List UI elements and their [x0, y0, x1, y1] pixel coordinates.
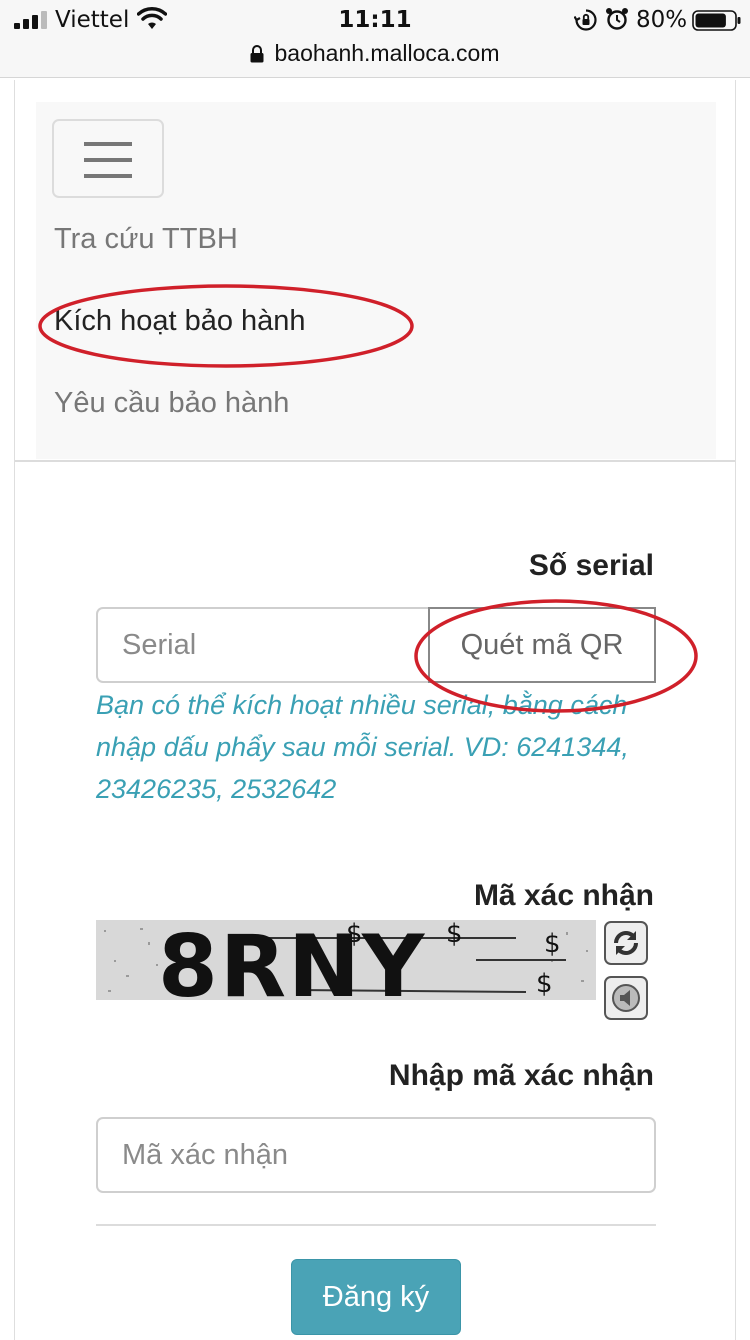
navbar: Tra cứu TTBH Kích hoạt bảo hành Yêu cầu … [36, 102, 716, 459]
address-bar[interactable]: baohanh.malloca.com [0, 40, 750, 78]
speaker-icon [612, 984, 640, 1012]
refresh-captcha-button[interactable] [604, 921, 648, 965]
hamburger-line [84, 174, 132, 178]
url-text: baohanh.malloca.com [274, 40, 500, 66]
captcha-label: Mã xác nhận [473, 879, 654, 912]
svg-text:$: $ [446, 920, 463, 949]
navbar-divider [15, 460, 735, 462]
refresh-icon [614, 931, 638, 955]
rotation-lock-icon [574, 9, 597, 31]
page-content: Tra cứu TTBH Kích hoạt bảo hành Yêu cầu … [14, 80, 736, 1340]
nav-link-lookup[interactable]: Tra cứu TTBH [54, 223, 238, 256]
hamburger-line [84, 142, 132, 146]
captcha-code-input[interactable] [96, 1117, 656, 1193]
svg-text:$: $ [536, 969, 553, 999]
battery-icon [692, 10, 741, 31]
captcha-text: 8RNY [158, 920, 426, 1000]
hamburger-line [84, 158, 132, 162]
battery-percent: 80% [636, 7, 688, 33]
serial-help-text: Bạn có thể kích hoạt nhiều serial, bằng … [96, 690, 629, 804]
status-bar: Viettel 11:11 80% [0, 0, 750, 40]
captcha-image: 8RNY $ $ $ $ [96, 920, 596, 1000]
padlock-icon [250, 45, 264, 63]
scan-qr-button[interactable]: Quét mã QR [428, 607, 656, 683]
serial-input-group: Quét mã QR [96, 607, 656, 683]
register-button[interactable]: Đăng ký [291, 1259, 461, 1335]
alarm-icon [606, 8, 628, 30]
menu-toggle-button[interactable] [52, 119, 164, 198]
svg-text:$: $ [544, 929, 561, 959]
svg-text:$: $ [346, 920, 363, 949]
form-divider [96, 1224, 656, 1226]
code-label: Nhập mã xác nhận [388, 1059, 654, 1092]
nav-link-activate-warranty[interactable]: Kích hoạt bảo hành [54, 305, 306, 338]
serial-input[interactable] [96, 607, 430, 683]
nav-link-warranty-request[interactable]: Yêu cầu bảo hành [54, 387, 289, 420]
audio-captcha-button[interactable] [604, 976, 648, 1020]
serial-label: Số serial [528, 549, 654, 582]
